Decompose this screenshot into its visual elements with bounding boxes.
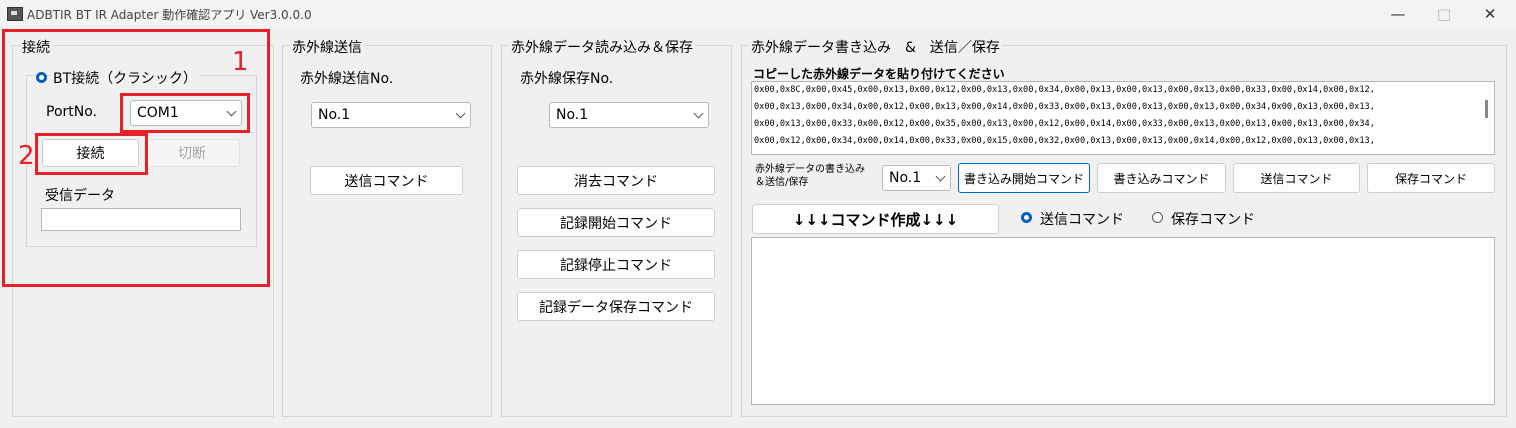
record-data-save-button[interactable]: 記録データ保存コマンド: [517, 292, 715, 321]
send-command-button-label: 送信コマンド: [344, 173, 429, 190]
erase-command-button[interactable]: 消去コマンド: [517, 166, 715, 195]
record-stop-button-label: 記録停止コマンド: [560, 257, 672, 274]
ir-read-group-label: 赤外線データ読み込み＆保存: [509, 37, 695, 57]
annotation-box-port: [120, 93, 250, 133]
write-save-command-button[interactable]: 保存コマンド: [1367, 163, 1495, 193]
app-icon: [7, 7, 23, 21]
ir-write-group-label: 赤外線データ書き込み & 送信／保存: [749, 37, 1002, 57]
hex-line: 0x00,0x8C,0x00,0x45,0x00,0x13,0x00,0x12,…: [754, 85, 1375, 95]
write-command-button[interactable]: 書き込みコマンド: [1097, 163, 1226, 193]
ir-write-no-value: No.1: [889, 170, 922, 186]
ir-send-no-select[interactable]: No.1: [311, 102, 471, 128]
ir-save-no-label: 赤外線保存No.: [520, 71, 614, 87]
write-send-save-label: 赤外線データの書き込み ＆送信/保存: [755, 163, 865, 189]
scrollbar-thumb[interactable]: [1485, 100, 1488, 118]
record-stop-button[interactable]: 記録停止コマンド: [517, 250, 715, 279]
make-command-button[interactable]: ↓↓↓コマンド作成↓↓↓: [752, 204, 999, 234]
radio-send-command-label: 送信コマンド: [1040, 212, 1124, 228]
radio-save-command-label: 保存コマンド: [1171, 212, 1255, 228]
record-start-button[interactable]: 記録開始コマンド: [517, 208, 715, 237]
chevron-down-icon: [693, 108, 704, 119]
record-start-button-label: 記録開始コマンド: [560, 215, 672, 232]
annotation-mark-1: 1: [232, 47, 249, 77]
ir-send-group-label: 赤外線送信: [290, 37, 364, 57]
make-command-button-label: ↓↓↓コマンド作成↓↓↓: [792, 210, 959, 229]
ir-save-no-select[interactable]: No.1: [549, 102, 709, 128]
radio-send-command[interactable]: [1021, 212, 1032, 223]
write-start-button[interactable]: 書き込み開始コマンド: [958, 163, 1090, 193]
hex-line: 0x00,0x12,0x00,0x34,0x00,0x14,0x00,0x33,…: [754, 136, 1375, 146]
ir-send-no-label: 赤外線送信No.: [300, 71, 394, 87]
write-send-command-button-label: 送信コマンド: [1260, 171, 1333, 186]
window-title: ADBTIR BT IR Adapter 動作確認アプリ Ver3.0.0.0: [27, 8, 312, 22]
ir-send-no-value: No.1: [318, 107, 351, 123]
write-send-save-label-line1: 赤外線データの書き込み: [755, 164, 865, 175]
hex-line: 0x00,0x13,0x00,0x34,0x00,0x12,0x00,0x13,…: [754, 102, 1375, 112]
annotation-box-connect: [35, 133, 148, 175]
paste-instruction: コピーした赤外線データを貼り付けてください: [753, 67, 1005, 81]
hex-line: 0x00,0x13,0x00,0x33,0x00,0x12,0x00,0x35,…: [754, 119, 1375, 129]
write-save-command-button-label: 保存コマンド: [1394, 171, 1467, 186]
record-data-save-button-label: 記録データ保存コマンド: [539, 299, 693, 316]
ir-hex-data-textarea[interactable]: 0x00,0x8C,0x00,0x45,0x00,0x13,0x00,0x12,…: [751, 81, 1495, 155]
chevron-down-icon: [935, 171, 946, 182]
ir-save-no-value: No.1: [556, 107, 589, 123]
write-send-save-label-line2: ＆送信/保存: [755, 177, 809, 188]
erase-command-button-label: 消去コマンド: [574, 173, 658, 190]
radio-save-command[interactable]: [1152, 212, 1163, 223]
ir-send-group: [282, 45, 492, 417]
annotation-mark-2: 2: [18, 141, 35, 171]
write-command-button-label: 書き込みコマンド: [1113, 171, 1210, 186]
write-start-button-label: 書き込み開始コマンド: [963, 171, 1084, 186]
maximize-icon[interactable]: □: [1421, 0, 1467, 28]
write-send-command-button[interactable]: 送信コマンド: [1233, 163, 1360, 193]
close-icon[interactable]: ✕: [1467, 0, 1513, 28]
minimize-icon[interactable]: —: [1375, 0, 1421, 28]
ir-write-no-select[interactable]: No.1: [882, 165, 951, 191]
chevron-down-icon: [455, 108, 466, 119]
command-output-textarea[interactable]: [751, 237, 1495, 405]
send-command-button[interactable]: 送信コマンド: [310, 166, 463, 195]
